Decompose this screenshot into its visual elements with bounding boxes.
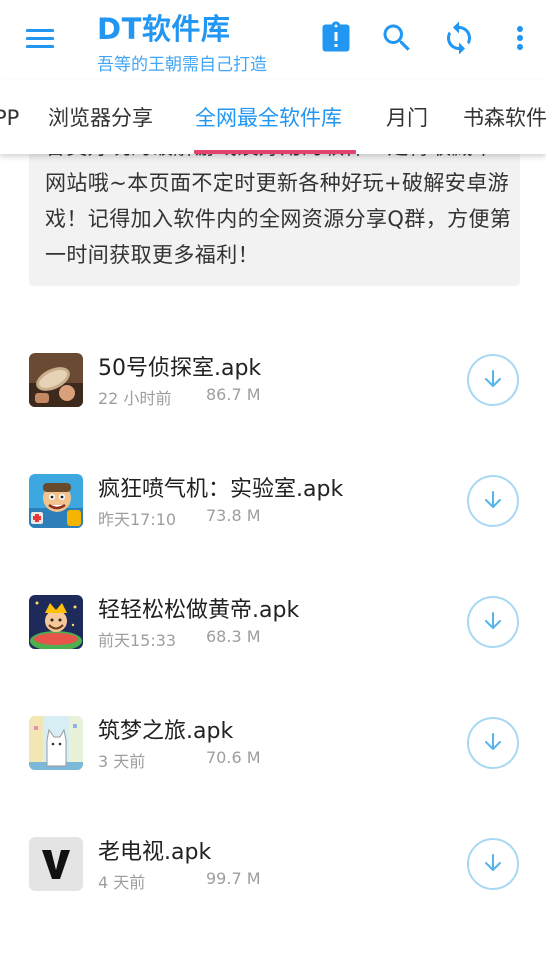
cat-game-icon [29, 716, 83, 770]
download-button[interactable] [467, 475, 519, 527]
app-subtitle: 吾等的王朝需自己打造 [97, 55, 267, 75]
file-size: 73.8 M [206, 506, 261, 525]
file-time: 22 小时前 [98, 389, 172, 408]
file-size: 68.3 M [206, 627, 261, 646]
menu-icon[interactable] [22, 24, 58, 54]
file-time: 前天15:33 [98, 631, 177, 650]
tab-browser-share[interactable]: 浏览器分享 [48, 80, 153, 154]
download-button[interactable] [467, 717, 519, 769]
file-meta: 22 小时前 86.7 M [98, 385, 261, 409]
list-item[interactable]: 筑梦之旅.apk 3 天前 70.6 M [0, 716, 546, 837]
file-time: 4 天前 [98, 873, 146, 892]
download-arrow-icon [485, 370, 501, 387]
file-name: 轻轻松松做黄帝.apk [98, 598, 300, 623]
file-name: 老电视.apk [98, 840, 212, 865]
download-arrow-icon [485, 612, 501, 629]
list-item[interactable]: 50号侦探室.apk 22 小时前 86.7 M [0, 353, 546, 474]
file-name: 筑梦之旅.apk [98, 719, 234, 744]
file-time: 3 天前 [98, 752, 146, 771]
file-name: 50号侦探室.apk [98, 356, 262, 381]
file-size: 86.7 M [206, 385, 261, 404]
download-button[interactable] [467, 354, 519, 406]
download-button[interactable] [467, 838, 519, 890]
tab-pp[interactable]: PP [0, 80, 19, 154]
file-size: 70.6 M [206, 748, 261, 767]
file-meta: 前天15:33 68.3 M [98, 627, 261, 651]
file-name: 疯狂喷气机：实验室.apk [98, 477, 344, 502]
tab-shusen-software[interactable]: 书森软件 [463, 80, 546, 154]
tab-bar: PP 浏览器分享 全网最全软件库 月门 书森软件 [0, 80, 546, 154]
clipboard-alert-icon[interactable] [318, 20, 354, 56]
tab-full-software-library[interactable]: 全网最全软件库 [195, 80, 342, 154]
emperor-game-icon [29, 595, 83, 649]
file-time: 昨天17:10 [98, 510, 177, 529]
list-item[interactable]: 轻轻松松做黄帝.apk 前天15:33 68.3 M [0, 595, 546, 716]
app-bar: DT软件库 吾等的王朝需自己打造 [0, 0, 546, 80]
search-icon[interactable] [379, 20, 415, 56]
tab-indicator [194, 150, 356, 154]
jetpack-game-icon [29, 474, 83, 528]
more-vert-icon[interactable] [502, 20, 538, 56]
file-meta: 昨天17:10 73.8 M [98, 506, 261, 530]
download-button[interactable] [467, 596, 519, 648]
download-arrow-icon [485, 733, 501, 750]
download-arrow-icon [485, 854, 501, 871]
list-item[interactable]: 疯狂喷气机：实验室.apk 昨天17:10 73.8 M [0, 474, 546, 595]
app-title: DT软件库 [97, 12, 231, 46]
file-meta: 3 天前 70.6 M [98, 748, 261, 772]
download-arrow-icon [485, 491, 501, 508]
v-letter-app-icon [29, 837, 83, 891]
refresh-icon[interactable] [441, 20, 477, 56]
file-size: 99.7 M [206, 869, 261, 888]
detective-game-icon [29, 353, 83, 407]
list-item[interactable]: 老电视.apk 4 天前 99.7 M [0, 837, 546, 958]
file-meta: 4 天前 99.7 M [98, 869, 261, 893]
tab-yuemen[interactable]: 月门 [386, 80, 428, 154]
file-list: 50号侦探室.apk 22 小时前 86.7 M 疯狂喷气机：实验室.apk 昨… [0, 290, 546, 936]
